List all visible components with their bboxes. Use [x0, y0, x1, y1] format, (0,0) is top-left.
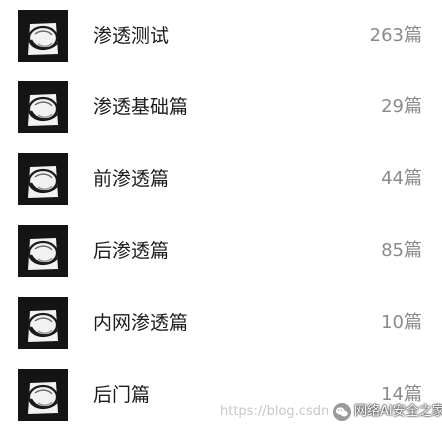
list-item-label: 内网渗透篇 [93, 312, 189, 334]
list-item[interactable]: 前渗透篇 44篇 [0, 143, 442, 215]
list-item[interactable]: 渗透测试 263篇 [0, 0, 442, 72]
list-item-count: 44篇 [381, 168, 422, 189]
category-list: 渗透测试 263篇 渗透基础篇 29篇 前渗透篇 44篇 后渗透篇 85篇 内网… [0, 0, 442, 432]
list-item-count: 14篇 [381, 384, 422, 405]
hacker-hat-avatar-icon [18, 225, 68, 277]
list-item-count: 263篇 [369, 25, 422, 46]
list-item-label: 后渗透篇 [93, 240, 170, 262]
hacker-hat-avatar-icon [18, 153, 68, 205]
hacker-hat-avatar-icon [18, 369, 68, 421]
list-item[interactable]: 渗透基础篇 29篇 [0, 71, 442, 143]
list-item-count: 85篇 [381, 240, 422, 261]
list-item-count: 10篇 [381, 312, 422, 333]
hacker-hat-avatar-icon [18, 10, 68, 62]
list-item-label: 渗透测试 [93, 25, 170, 47]
list-item-label: 前渗透篇 [93, 168, 170, 190]
hacker-hat-avatar-icon [18, 297, 68, 349]
list-item[interactable]: 后渗透篇 85篇 [0, 215, 442, 287]
hacker-hat-avatar-icon [18, 81, 68, 133]
list-item[interactable]: 后门篇 14篇 [0, 359, 442, 431]
list-item-label: 渗透基础篇 [93, 96, 189, 118]
list-item[interactable]: 内网渗透篇 10篇 [0, 287, 442, 359]
list-item-count: 29篇 [381, 96, 422, 117]
list-item-label: 后门篇 [93, 384, 151, 406]
